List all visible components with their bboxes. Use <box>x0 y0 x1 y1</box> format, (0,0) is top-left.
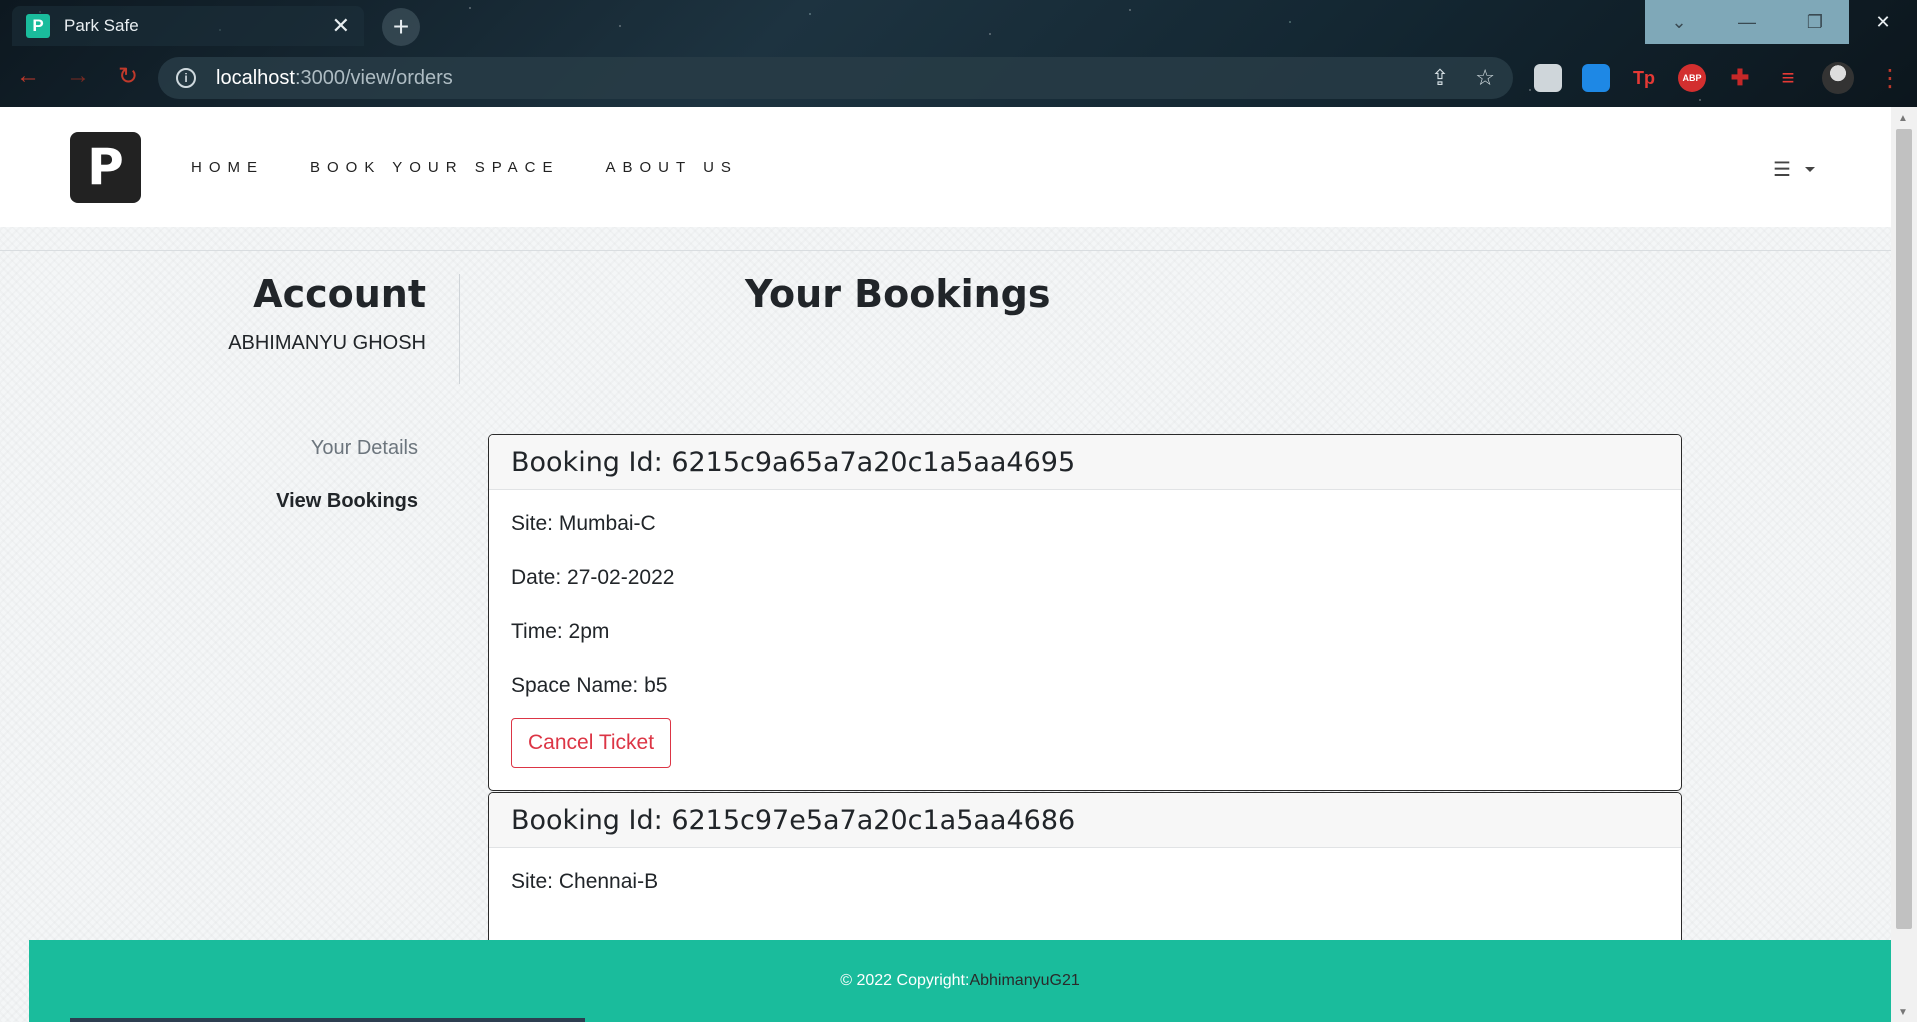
booking-card-body: Site: Mumbai-C Date: 27-02-2022 Time: 2p… <box>489 490 1681 790</box>
url-host: localhost <box>216 66 295 89</box>
booking-card-header: Booking Id: 6215c97e5a7a20c1a5aa4686 <box>489 793 1681 848</box>
nav-link-book-your-space[interactable]: BOOK YOUR SPACE <box>310 159 560 176</box>
browser-chrome: P Park Safe ✕ + ⌄ — ❐ ✕ ← → ↻ i localhos… <box>0 0 1917 107</box>
hamburger-icon: ☰ <box>1773 159 1791 181</box>
extensions-bar: Tp ABP ✚ ≡ ⋮ <box>1534 62 1902 94</box>
booking-time: Time: 2pm <box>511 620 610 643</box>
tab-close-icon[interactable]: ✕ <box>332 15 350 37</box>
tp-extension-icon[interactable]: Tp <box>1630 64 1658 92</box>
forward-icon[interactable]: → <box>64 62 92 90</box>
page-viewport: P HOME BOOK YOUR SPACE ABOUT US ☰ Accoun… <box>0 107 1891 1022</box>
window-controls: ⌄ — ❐ ✕ <box>1645 0 1917 44</box>
site-info-icon[interactable]: i <box>176 68 196 88</box>
profile-avatar[interactable] <box>1822 62 1854 94</box>
new-tab-button[interactable]: + <box>382 8 420 46</box>
bookmark-star-icon[interactable]: ☆ <box>1475 65 1495 91</box>
translate-extension-icon[interactable] <box>1582 64 1610 92</box>
horizontal-scroll-indicator <box>70 1018 585 1022</box>
browser-menu-icon[interactable]: ⋮ <box>1878 64 1902 93</box>
booking-date: Date: 27-02-2022 <box>511 566 675 589</box>
side-menu-view-bookings[interactable]: View Bookings <box>150 490 418 513</box>
footer-copyright: © 2022 Copyright: <box>840 972 970 989</box>
navbar-divider <box>0 250 1891 251</box>
site-footer: © 2022 Copyright: AbhimanyuG21 <box>29 940 1891 1022</box>
tab-favicon-icon: P <box>26 14 50 38</box>
scroll-up-icon[interactable]: ▲ <box>1898 113 1908 124</box>
cube-extension-icon[interactable] <box>1534 64 1562 92</box>
booking-card-body: Site: Chennai-B <box>489 848 1681 946</box>
account-user-name: ABHIMANYU GHOSH <box>228 332 426 354</box>
cancel-ticket-button[interactable]: Cancel Ticket <box>511 718 672 768</box>
booking-id: Booking Id: 6215c9a65a7a20c1a5aa4695 <box>511 446 1076 478</box>
abp-extension-icon[interactable]: ABP <box>1678 64 1706 92</box>
navigation-buttons: ← → ↻ <box>14 62 142 90</box>
nav-link-home[interactable]: HOME <box>191 159 264 176</box>
account-header: Account ABHIMANYU GHOSH <box>150 272 426 355</box>
vertical-scrollbar[interactable]: ▲ ▼ <box>1891 107 1917 1022</box>
address-bar[interactable]: i localhost:3000/view/orders ⇪ ☆ <box>158 57 1513 99</box>
account-side-menu: Your Details View Bookings <box>150 437 418 543</box>
nav-links: HOME BOOK YOUR SPACE ABOUT US <box>191 159 738 176</box>
bookings-list: Booking Id: 6215c9a65a7a20c1a5aa4695 Sit… <box>488 434 1682 947</box>
nav-link-about-us[interactable]: ABOUT US <box>606 159 738 176</box>
close-window-button[interactable]: ✕ <box>1849 0 1917 44</box>
reload-icon[interactable]: ↻ <box>114 62 142 90</box>
menu-dropdown-toggle[interactable]: ☰ <box>1773 157 1815 182</box>
puzzle-extension-icon[interactable]: ✚ <box>1726 64 1754 92</box>
booking-space-name: Space Name: b5 <box>511 674 668 697</box>
caret-down-icon <box>1805 167 1815 172</box>
scrollbar-thumb[interactable] <box>1896 129 1912 929</box>
share-icon[interactable]: ⇪ <box>1431 65 1449 91</box>
address-bar-actions: ⇪ ☆ <box>1431 65 1495 91</box>
booking-card: Booking Id: 6215c97e5a7a20c1a5aa4686 Sit… <box>488 792 1682 947</box>
scroll-down-icon[interactable]: ▼ <box>1898 1007 1908 1018</box>
restore-button[interactable]: ❐ <box>1781 0 1849 44</box>
booking-card-header: Booking Id: 6215c9a65a7a20c1a5aa4695 <box>489 435 1681 490</box>
playlist-extension-icon[interactable]: ≡ <box>1774 64 1802 92</box>
site-logo[interactable]: P <box>70 131 141 203</box>
tab-title: Park Safe <box>64 16 139 35</box>
page-title: Your Bookings <box>745 272 1051 316</box>
booking-site: Site: Mumbai-C <box>511 512 656 535</box>
booking-id: Booking Id: 6215c97e5a7a20c1a5aa4686 <box>511 804 1076 836</box>
footer-author-link[interactable]: AbhimanyuG21 <box>969 972 1079 990</box>
site-navbar: P HOME BOOK YOUR SPACE ABOUT US ☰ <box>0 107 1891 227</box>
back-icon[interactable]: ← <box>14 62 42 90</box>
tab-search-icon[interactable]: ⌄ <box>1645 0 1713 44</box>
booking-card: Booking Id: 6215c9a65a7a20c1a5aa4695 Sit… <box>488 434 1682 791</box>
url-path: :3000/view/orders <box>294 66 453 89</box>
minimize-button[interactable]: — <box>1713 0 1781 44</box>
account-title: Account <box>253 272 426 316</box>
side-menu-your-details[interactable]: Your Details <box>150 437 418 460</box>
header-divider <box>459 274 460 384</box>
booking-site: Site: Chennai-B <box>511 870 659 893</box>
browser-tab[interactable]: P Park Safe ✕ <box>12 6 364 46</box>
